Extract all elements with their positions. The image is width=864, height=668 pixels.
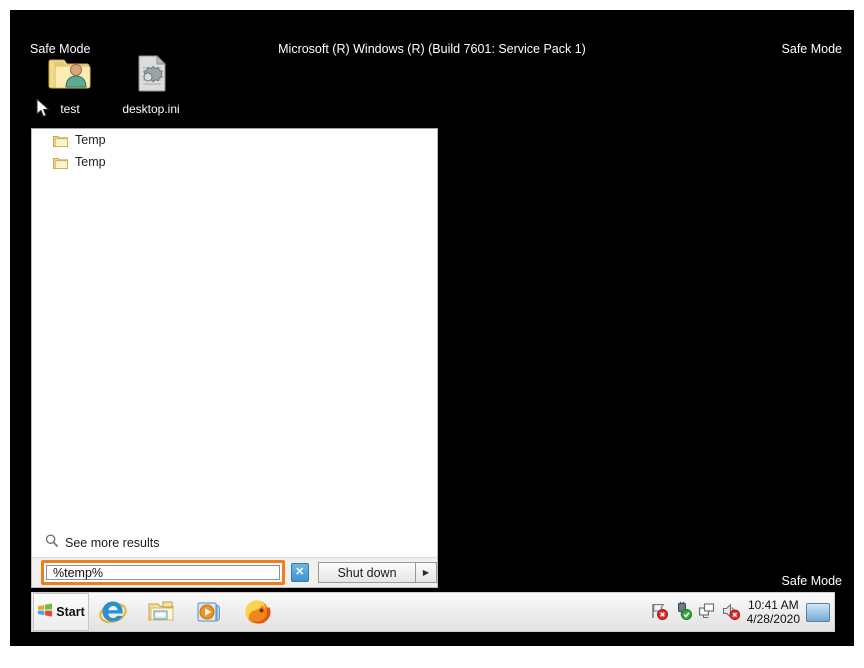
see-more-results-link[interactable]: See more results	[32, 529, 437, 557]
clock[interactable]: 10:41 AM 4/28/2020	[747, 598, 800, 626]
desktop[interactable]: Safe Mode Safe Mode Safe Mode Microsoft …	[10, 10, 854, 646]
list-item[interactable]: Temp	[32, 129, 437, 151]
mouse-cursor-icon	[36, 98, 52, 120]
desktop-icon-label: desktop.ini	[112, 102, 190, 116]
list-item-label: Temp	[75, 155, 106, 169]
network-icon[interactable]	[697, 601, 717, 623]
folder-icon	[53, 134, 68, 147]
show-desktop-button[interactable]	[806, 603, 830, 622]
clear-search-button[interactable]: ✕	[291, 563, 309, 582]
safe-mode-watermark-bottom-right: Safe Mode	[782, 574, 842, 588]
taskbar-windows-media-player-icon[interactable]	[185, 594, 233, 630]
screen: Safe Mode Safe Mode Safe Mode Microsoft …	[0, 0, 864, 668]
taskbar-firefox-icon[interactable]	[233, 594, 281, 630]
desktop-icon-desktop-ini[interactable]: desktop.ini	[112, 48, 190, 116]
start-menu-bottom-bar: %temp% ✕ Shut down ▶	[32, 557, 437, 587]
user-folder-icon	[31, 48, 109, 100]
folder-icon	[53, 156, 68, 169]
see-more-results-label: See more results	[65, 536, 159, 550]
start-button[interactable]: Start	[33, 593, 89, 631]
start-button-label: Start	[56, 605, 84, 619]
search-highlight-frame: %temp%	[41, 560, 285, 585]
shutdown-control-group: Shut down ▶	[318, 562, 437, 583]
list-item[interactable]: Temp	[32, 151, 437, 173]
clock-date: 4/28/2020	[747, 612, 800, 626]
action-center-icon[interactable]	[649, 601, 669, 623]
power-plug-icon[interactable]	[673, 601, 693, 623]
shutdown-button[interactable]: Shut down	[318, 562, 416, 583]
search-input[interactable]: %temp%	[46, 565, 280, 580]
search-icon	[45, 534, 59, 553]
taskbar[interactable]: Start	[31, 592, 835, 632]
shutdown-options-arrow-icon[interactable]: ▶	[416, 562, 437, 583]
taskbar-internet-explorer-icon[interactable]	[89, 594, 137, 630]
windows-logo-icon	[37, 602, 53, 623]
clock-time: 10:41 AM	[747, 598, 800, 612]
volume-icon[interactable]	[721, 601, 741, 623]
search-input-value: %temp%	[47, 566, 103, 580]
system-tray[interactable]: 10:41 AM 4/28/2020	[647, 594, 834, 630]
list-item-label: Temp	[75, 133, 106, 147]
taskbar-windows-explorer-icon[interactable]	[137, 594, 185, 630]
search-results-list[interactable]: Temp Temp	[32, 129, 437, 529]
config-file-icon	[112, 48, 190, 100]
start-menu-panel[interactable]: Temp Temp	[31, 128, 438, 588]
